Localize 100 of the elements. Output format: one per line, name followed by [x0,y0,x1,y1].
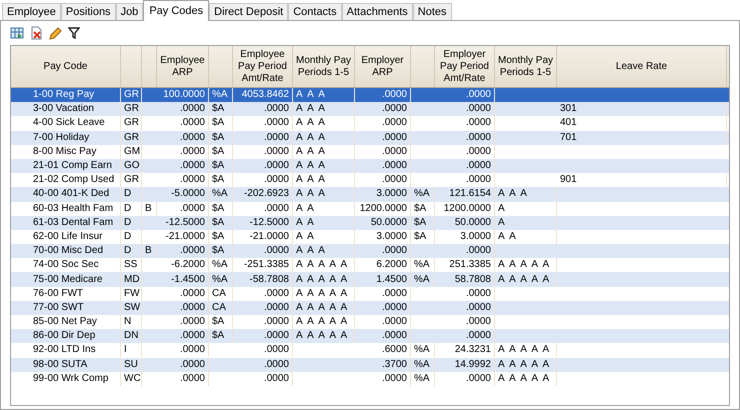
table-cell: .0000 [466,245,491,256]
table-row[interactable]: 60-03 Health Fam D B .0000 $A .0000 A A 1200.0000 $A 1200.0000 A [11,202,729,216]
table-cell: $A [212,230,224,242]
table-cell: GO [124,160,140,172]
table-cell: 76-00 FWT [33,288,84,299]
table-cell: A A A A A [296,330,348,342]
table-cell: SW [124,302,140,313]
table-cell: 121.6154 [449,188,491,200]
table-row[interactable]: 7-00 Holiday GR .0000 $A .0000 A A A .0000 .0000 701 [11,130,729,145]
table-cell: 21-02 Comp Used [33,174,114,186]
table-cell: D [124,245,132,256]
tab[interactable]: Positions [60,3,116,20]
table-cell: GR [124,89,139,100]
table-cell: .0000 [382,117,407,128]
table-cell: 86-00 Dir Dep [33,330,96,342]
tab[interactable]: Employee [2,3,61,20]
table-cell: .0000 [466,117,491,128]
table-cell: %A [414,259,430,270]
table-row[interactable]: 77-00 SWT SW .0000 CA .0000 A A A A A .0000 .0000 [11,300,729,315]
table-cell: .0000 [264,202,289,214]
table-cell: $A [212,117,224,128]
tab[interactable]: Contacts [288,3,342,20]
table-row[interactable]: 75-00 Medicare MD -1.4500 %A -58.7808 A A A A A 1.4500 %A 58.7808 A A A A A [11,272,729,287]
table-cell: 4-00 Sick Leave [33,117,105,128]
table-cell: $A [212,245,224,256]
table-cell: 3.0000 [376,230,407,242]
table-cell: .0000 [180,132,205,143]
table-cell: .0000 [466,103,491,114]
table-row[interactable]: 21-01 Comp Earn GO .0000 $A .0000 A A A .0000 .0000 [11,158,729,174]
table-cell: A A [296,230,314,242]
table-cell: .0000 [382,103,407,114]
table-row[interactable]: 40-00 401-K Ded D -5.0000 %A -202.6923 A A A 3.0000 %A 121.6154 A A A [11,187,729,202]
tab[interactable]: Attachments [342,3,413,20]
table-cell: A A A A A [498,358,550,370]
tab[interactable]: Notes [412,3,452,20]
table-row[interactable]: 70-00 Misc Ded D B .0000 $A .0000 A A A .0000 .0000 [11,244,729,258]
table-cell: 401 [560,117,577,128]
table-cell: -12.5000 [166,216,205,228]
column-header: Employee ARP [159,54,206,78]
delete-document-icon[interactable] [30,26,43,40]
table-cell: .0000 [264,245,289,256]
tab[interactable]: Direct Deposit [209,3,288,20]
table-cell: A A A A A [296,316,348,328]
table-cell: .0000 [382,372,407,384]
table-cell: .0000 [180,146,205,157]
table-cell: A A A [296,103,325,114]
grid-export-icon[interactable] [10,27,24,39]
table-row[interactable]: 98-00 SUTA SU .0000 .0000 .3700 %A 14.9992 A A A A A [11,358,729,372]
table-cell: A A [498,230,516,242]
column-header: Employer Pay Period Amt/Rate [439,48,490,84]
table-cell: 3.0000 [460,230,491,242]
table-cell: .0000 [180,117,205,128]
table-row[interactable]: 1-00 Reg Pay GR 100.0000 %A 4053.8462 A A A .0000 .0000 [11,88,729,102]
table-cell: 74-00 Soc Sec [33,259,99,270]
table-cell: A A A A A [296,288,348,299]
table-cell: %A [212,188,228,200]
table-cell: SS [124,259,138,270]
table-cell: .0000 [180,344,205,356]
column-header: Pay Code [44,60,88,72]
table-cell: .0000 [382,288,407,299]
table-cell: A A A A A [296,274,348,285]
table-cell: I [124,344,127,356]
table-row[interactable]: 21-02 Comp Used GR .0000 $A .0000 A A A .0000 .0000 901 [11,173,729,188]
table-cell: .0000 [382,245,407,256]
table-cell: .0000 [180,103,205,114]
table-row[interactable]: 76-00 FWT FW .0000 CA .0000 A A A A A .0000 .0000 [11,286,729,301]
table-cell: 62-00 Life Insur [33,230,102,242]
table-cell: .0000 [264,117,289,128]
table-cell: $A [212,160,224,172]
table-cell: $A [212,330,224,342]
table-cell: 50.0000 [370,216,407,228]
table-cell: D [124,188,132,200]
table-cell: 1.4500 [376,274,407,285]
table-cell: A A [296,202,314,214]
table-cell: %A [414,274,430,285]
filter-icon[interactable] [68,27,80,39]
table-cell: CA [212,288,226,299]
pencil-icon[interactable] [49,26,62,40]
table-cell: .0000 [466,174,491,186]
table-cell: FW [124,288,140,299]
table-cell: .0000 [180,202,205,214]
table-row[interactable]: 3-00 Vacation GR .0000 $A .0000 A A A .0000 .0000 301 [11,102,729,116]
table-cell: .0000 [466,132,491,143]
table-cell: 40-00 401-K Ded [33,188,110,200]
table-cell: 70-00 Misc Ded [33,245,104,256]
table-row[interactable]: 74-00 Soc Sec SS -6.2000 %A -251.3385 A A A A A 6.2000 %A 251.3385 A A A A A [11,258,729,272]
table-cell: .0000 [466,89,491,100]
table-cell: A A [296,216,314,228]
tab[interactable]: Pay Codes [143,0,210,21]
table-cell: $A [414,230,426,242]
table-row[interactable]: 61-03 Dental Fam D -12.5000 $A -12.5000 A A 50.0000 $A 50.0000 A [11,216,729,230]
table-cell: 251.3385 [449,259,491,270]
table-cell: 99-00 Wrk Comp [33,372,108,384]
table-cell: B [145,202,152,214]
tab[interactable]: Job [116,3,144,20]
table-row[interactable]: 86-00 Dir Dep DN .0000 $A .0000 A A A A A .0000 .0000 [11,329,729,344]
table-cell: .0000 [264,160,289,172]
table-cell: CA [212,302,226,313]
table-cell: .0000 [466,146,491,157]
table-cell: .0000 [466,316,491,328]
